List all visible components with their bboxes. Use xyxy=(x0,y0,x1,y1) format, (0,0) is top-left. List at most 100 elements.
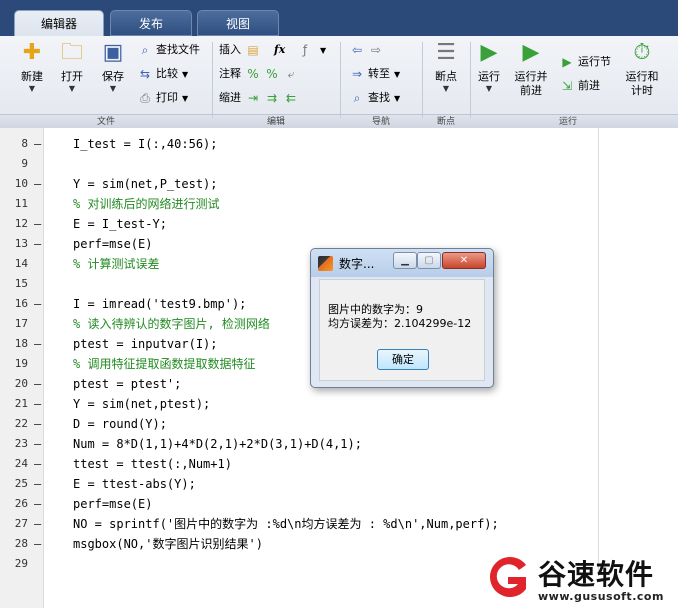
breakpoint-marker[interactable]: – xyxy=(34,214,41,234)
code-line[interactable]: 14 % 计算测试误差 xyxy=(0,254,598,274)
dialog-title-bar[interactable]: 数字... ▁ ▢ ✕ xyxy=(311,249,493,277)
breakpoint-marker[interactable]: – xyxy=(34,394,41,414)
run-button[interactable]: ▶ 运行 ▼ xyxy=(472,40,506,94)
code-line[interactable]: 9 xyxy=(0,154,598,174)
code-line[interactable]: 18– ptest = inputvar(I); xyxy=(0,334,598,354)
watermark: 谷速软件 www.gususoft.com xyxy=(480,548,678,608)
run-and-time-button[interactable]: ⏱ 运行和 计时 xyxy=(622,40,662,98)
smart-indent-icon: ⇥ xyxy=(247,91,259,105)
result-mse-text: 均方误差为：2.104299e-12 xyxy=(328,317,472,330)
code-line[interactable]: 25– E = ttest-abs(Y); xyxy=(0,474,598,494)
comment-button[interactable]: 注释%% ⤶ xyxy=(219,64,302,84)
code-line[interactable]: 26– perf=mse(E) xyxy=(0,494,598,514)
watermark-brand: 谷速软件 xyxy=(538,558,655,591)
code-line[interactable]: 16– I = imread('test9.bmp'); xyxy=(0,294,598,314)
insert-button[interactable]: 插入 ▤ xyxy=(219,40,264,60)
tab-view[interactable]: 视图 xyxy=(197,10,279,36)
line-number: 22 xyxy=(14,417,28,430)
dialog-title: 数字... xyxy=(339,257,375,271)
find-button[interactable]: ⌕ 查找 ▼ xyxy=(349,88,401,108)
code-text: NO = sprintf('图片中的数字为 :%d\n均方误差为 : %d\n'… xyxy=(73,517,499,531)
code-line[interactable]: 27– NO = sprintf('图片中的数字为 :%d\n均方误差为 : %d… xyxy=(0,514,598,534)
watermark-url: www.gususoft.com xyxy=(538,590,664,603)
breakpoint-marker[interactable]: – xyxy=(34,414,41,434)
compare-button[interactable]: ⇆ 比较 ▼ xyxy=(137,64,188,84)
code-line[interactable]: 23– Num = 8*D(1,1)+4*D(2,1)+2*D(3,1)+D(4,… xyxy=(0,434,598,454)
find-files-button[interactable]: ⌕ 查找文件 xyxy=(137,40,200,60)
tab-editor[interactable]: 编辑器 xyxy=(14,10,104,36)
code-text: D = round(Y); xyxy=(73,417,167,431)
minimize-button[interactable]: ▁ xyxy=(393,252,417,269)
code-line[interactable]: 13– perf=mse(E) xyxy=(0,234,598,254)
goto-button[interactable]: ⇒ 转至 ▼ xyxy=(349,64,400,84)
toolstrip-tabs: 编辑器 发布 视图 xyxy=(0,0,678,36)
run-advance-icon: ▶ xyxy=(522,40,540,65)
code-text: msgbox(NO,'数字图片识别结果') xyxy=(73,537,263,551)
breakpoints-button[interactable]: ☰ 断点 ▼ xyxy=(426,40,466,94)
printer-icon: ⎙ xyxy=(140,91,150,105)
advance-icon: ⇲ xyxy=(561,79,573,93)
code-text: E = I_test-Y; xyxy=(73,217,167,231)
breakpoint-marker[interactable]: – xyxy=(34,174,41,194)
chevron-down-icon: ▼ xyxy=(182,70,189,79)
line-number: 8 xyxy=(21,137,28,150)
breakpoint-marker[interactable]: – xyxy=(34,134,41,154)
fx-button[interactable]: fx xyxy=(274,40,285,60)
group-label-navigate: 导航 xyxy=(371,117,390,127)
code-line[interactable]: 15 xyxy=(0,274,598,294)
line-number: 9 xyxy=(21,157,28,170)
breakpoint-marker[interactable]: – xyxy=(34,534,41,554)
line-number: 11 xyxy=(14,197,28,210)
breakpoint-marker[interactable]: – xyxy=(34,374,41,394)
save-button[interactable]: ▣ 保存 ▼ xyxy=(93,40,133,94)
new-button[interactable]: ✚ 新建 ▼ xyxy=(12,40,52,94)
breakpoint-marker[interactable]: – xyxy=(34,454,41,474)
code-line[interactable]: 21– Y = sim(net,ptest); xyxy=(0,394,598,414)
close-button[interactable]: ✕ xyxy=(442,252,486,269)
breakpoint-marker[interactable]: – xyxy=(34,474,41,494)
code-line[interactable]: 12– E = I_test-Y; xyxy=(0,214,598,234)
breakpoint-marker[interactable]: – xyxy=(34,434,41,454)
group-label-breakpoints: 断点 xyxy=(436,117,455,127)
indent-button[interactable]: 缩进 ⇥ ⇉ ⇇ xyxy=(219,88,302,108)
goto-arrow-icon: ⇒ xyxy=(351,67,363,81)
code-line[interactable]: 10– Y = sim(net,P_test); xyxy=(0,174,598,194)
run-and-advance-button[interactable]: ▶ 运行并 前进 xyxy=(509,40,553,98)
code-line[interactable]: 8– I_test = I(:,40:56); xyxy=(0,134,598,154)
code-line[interactable]: 24– ttest = ttest(:,Num+1) xyxy=(0,454,598,474)
breakpoint-marker[interactable]: – xyxy=(34,234,41,254)
run-section-button[interactable]: ▶ 运行节 xyxy=(559,52,611,72)
advance-button[interactable]: ⇲ 前进 xyxy=(559,76,600,96)
open-button[interactable]: 🗀 打开 ▼ xyxy=(52,40,92,94)
code-line[interactable]: 11 % 对训练后的网络进行测试 xyxy=(0,194,598,214)
code-line[interactable]: 19 % 调用特征提取函数提取数据特征 xyxy=(0,354,598,374)
code-text: Num = 8*D(1,1)+4*D(2,1)+2*D(3,1)+D(4,1); xyxy=(73,437,362,451)
play-icon: ▶ xyxy=(480,40,498,65)
code-line[interactable]: 17 % 读入待辨认的数字图片, 检测网络 xyxy=(0,314,598,334)
wrap-comment-icon: ⤶ xyxy=(287,67,295,81)
breakpoint-marker[interactable]: – xyxy=(34,334,41,354)
right-margin-line xyxy=(598,128,599,573)
line-number: 14 xyxy=(14,257,28,270)
insert-function-menu[interactable]: ƒ ▼ xyxy=(297,40,326,60)
insert-icon: ▤ xyxy=(247,43,259,57)
maximize-button[interactable]: ▢ xyxy=(417,252,441,269)
chevron-down-icon: ▼ xyxy=(182,94,189,103)
breakpoints-icon: ☰ xyxy=(436,40,456,65)
decrease-indent-icon: ⇇ xyxy=(285,91,297,105)
breakpoint-marker[interactable]: – xyxy=(34,294,41,314)
ok-button[interactable]: 确定 xyxy=(377,349,429,370)
code-line[interactable]: 20– ptest = ptest'; xyxy=(0,374,598,394)
chevron-down-icon: ▼ xyxy=(442,84,450,93)
code-line[interactable]: 22– D = round(Y); xyxy=(0,414,598,434)
code-text: E = ttest-abs(Y); xyxy=(73,477,196,491)
breakpoint-marker[interactable]: – xyxy=(34,514,41,534)
line-number: 26 xyxy=(14,497,28,510)
percent-icon: % xyxy=(247,67,259,81)
tab-publish[interactable]: 发布 xyxy=(110,10,192,36)
line-number: 25 xyxy=(14,477,28,490)
print-button[interactable]: ⎙ 打印 ▼ xyxy=(137,88,188,108)
breakpoint-marker[interactable]: – xyxy=(34,494,41,514)
gususoft-logo xyxy=(490,557,526,597)
back-forward-buttons[interactable]: ⇦ ⇨ xyxy=(349,40,387,60)
